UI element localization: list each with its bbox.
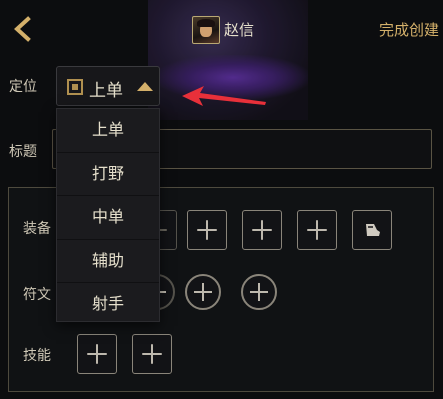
top-lane-icon [67, 79, 83, 95]
dropdown-option-adc[interactable]: 射手 [57, 283, 159, 326]
rune-slot[interactable] [241, 274, 277, 310]
rune-label: 符文 [23, 287, 51, 303]
equipment-label: 装备 [23, 221, 51, 237]
dropdown-option-mid[interactable]: 中单 [57, 196, 159, 240]
header-bar: 赵信 完成创建 [0, 0, 443, 58]
skill-slot[interactable] [132, 334, 172, 374]
title-label: 标题 [9, 144, 37, 160]
position-select[interactable]: 上单 [56, 66, 160, 106]
hero-avatar [192, 16, 220, 44]
hero-name: 赵信 [224, 21, 255, 39]
annotation-arrow-icon [182, 86, 266, 106]
dropdown-option-top[interactable]: 上单 [57, 109, 159, 153]
skill-label: 技能 [23, 348, 51, 364]
chevron-left-icon [14, 16, 31, 42]
dropdown-option-support[interactable]: 辅助 [57, 240, 159, 283]
equipment-slot[interactable] [187, 210, 227, 250]
equipment-slot[interactable] [297, 210, 337, 250]
skill-slot[interactable] [77, 334, 117, 374]
position-selected-value: 上单 [89, 81, 123, 101]
back-button[interactable] [8, 14, 38, 44]
shoes-icon [366, 224, 380, 236]
caret-up-icon [137, 82, 153, 91]
position-label: 定位 [9, 79, 37, 95]
equipment-slot[interactable] [242, 210, 282, 250]
equipment-slot[interactable] [352, 210, 392, 250]
dropdown-option-jungle[interactable]: 打野 [57, 153, 159, 196]
finish-create-button[interactable]: 完成创建 [379, 19, 439, 40]
position-dropdown-list: 上单 打野 中单 辅助 射手 [56, 108, 160, 322]
rune-slot[interactable] [185, 274, 221, 310]
